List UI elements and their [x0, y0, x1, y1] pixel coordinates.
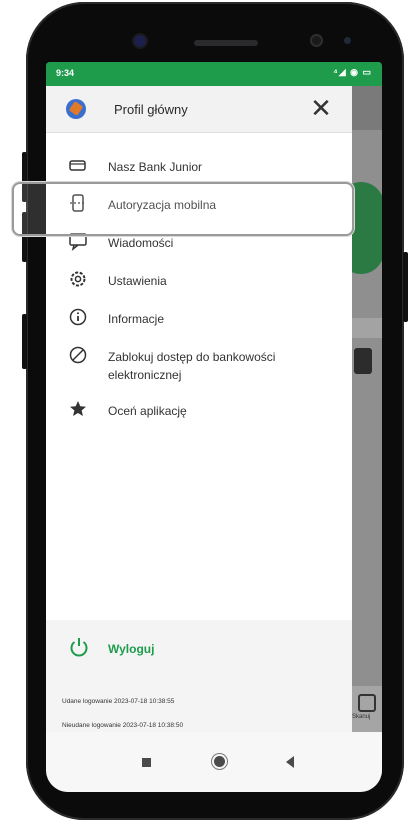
back-button[interactable]	[286, 756, 294, 768]
last-login-failed: Nieudane logowanie 2023-07-18 10:38:50	[62, 722, 184, 729]
earpiece-speaker	[194, 40, 258, 46]
phone-screen: 9:34 ⁴◢ ◉ ▭ Skanuj Profil główny ✕ Nasz …	[46, 62, 382, 792]
power-button	[403, 252, 408, 322]
menu-label: Wiadomości	[108, 236, 174, 250]
bg-tile	[354, 348, 372, 374]
profile-avatar	[66, 99, 86, 119]
block-icon	[69, 346, 87, 364]
android-nav-bar	[46, 732, 382, 792]
status-time: 9:34	[56, 68, 75, 78]
assistant-button	[22, 314, 27, 369]
status-icons: ⁴◢ ◉ ▭	[333, 67, 372, 77]
proximity-sensor	[310, 34, 323, 47]
menu-label: Oceń aplikację	[108, 404, 187, 418]
menu-label: Informacje	[108, 312, 165, 326]
background-app-dimmed[interactable]: Skanuj	[338, 86, 382, 732]
menu-item-ocen-aplikacje[interactable]: Oceń aplikację	[46, 392, 352, 426]
drawer-footer: Wyloguj Udane logowanie 2023-07-18 10:38…	[46, 620, 352, 732]
card-icon	[69, 160, 86, 171]
menu-item-informacje[interactable]: Informacje	[46, 300, 352, 334]
highlight-autoryzacja-mobilna	[12, 182, 354, 236]
menu-item-zablokuj-dostep[interactable]: Zablokuj dostęp do bankowości elektronic…	[46, 338, 352, 388]
recent-apps-button[interactable]	[142, 758, 151, 767]
home-button[interactable]	[214, 756, 225, 767]
bg-bottom-bar: Skanuj	[352, 686, 382, 732]
light-sensor	[344, 37, 351, 44]
menu-label: Zablokuj dostęp do bankowości elektronic…	[108, 350, 276, 382]
drawer-header: Profil główny ✕	[46, 86, 352, 133]
info-icon	[69, 308, 87, 326]
bg-bottom-label: Skanuj	[352, 714, 371, 720]
menu-label: Ustawienia	[108, 274, 167, 288]
status-bar: 9:34 ⁴◢ ◉ ▭	[46, 62, 382, 86]
menu-item-ustawienia[interactable]: Ustawienia	[46, 262, 352, 296]
power-icon[interactable]	[68, 636, 90, 658]
menu-item-nasz-bank-junior[interactable]: Nasz Bank Junior	[46, 148, 352, 182]
last-login-success: Udane logowanie 2023-07-18 10:38:55	[62, 698, 175, 705]
bg-stripe	[352, 318, 382, 338]
profile-name[interactable]: Profil główny	[114, 102, 188, 117]
front-camera	[134, 35, 146, 47]
menu-label: Nasz Bank Junior	[108, 160, 203, 174]
star-icon	[70, 401, 86, 416]
close-icon[interactable]: ✕	[308, 95, 334, 121]
gear-icon	[70, 271, 86, 287]
logout-button[interactable]: Wyloguj	[108, 642, 154, 656]
bg-header	[352, 86, 382, 130]
scan-icon	[358, 694, 376, 712]
